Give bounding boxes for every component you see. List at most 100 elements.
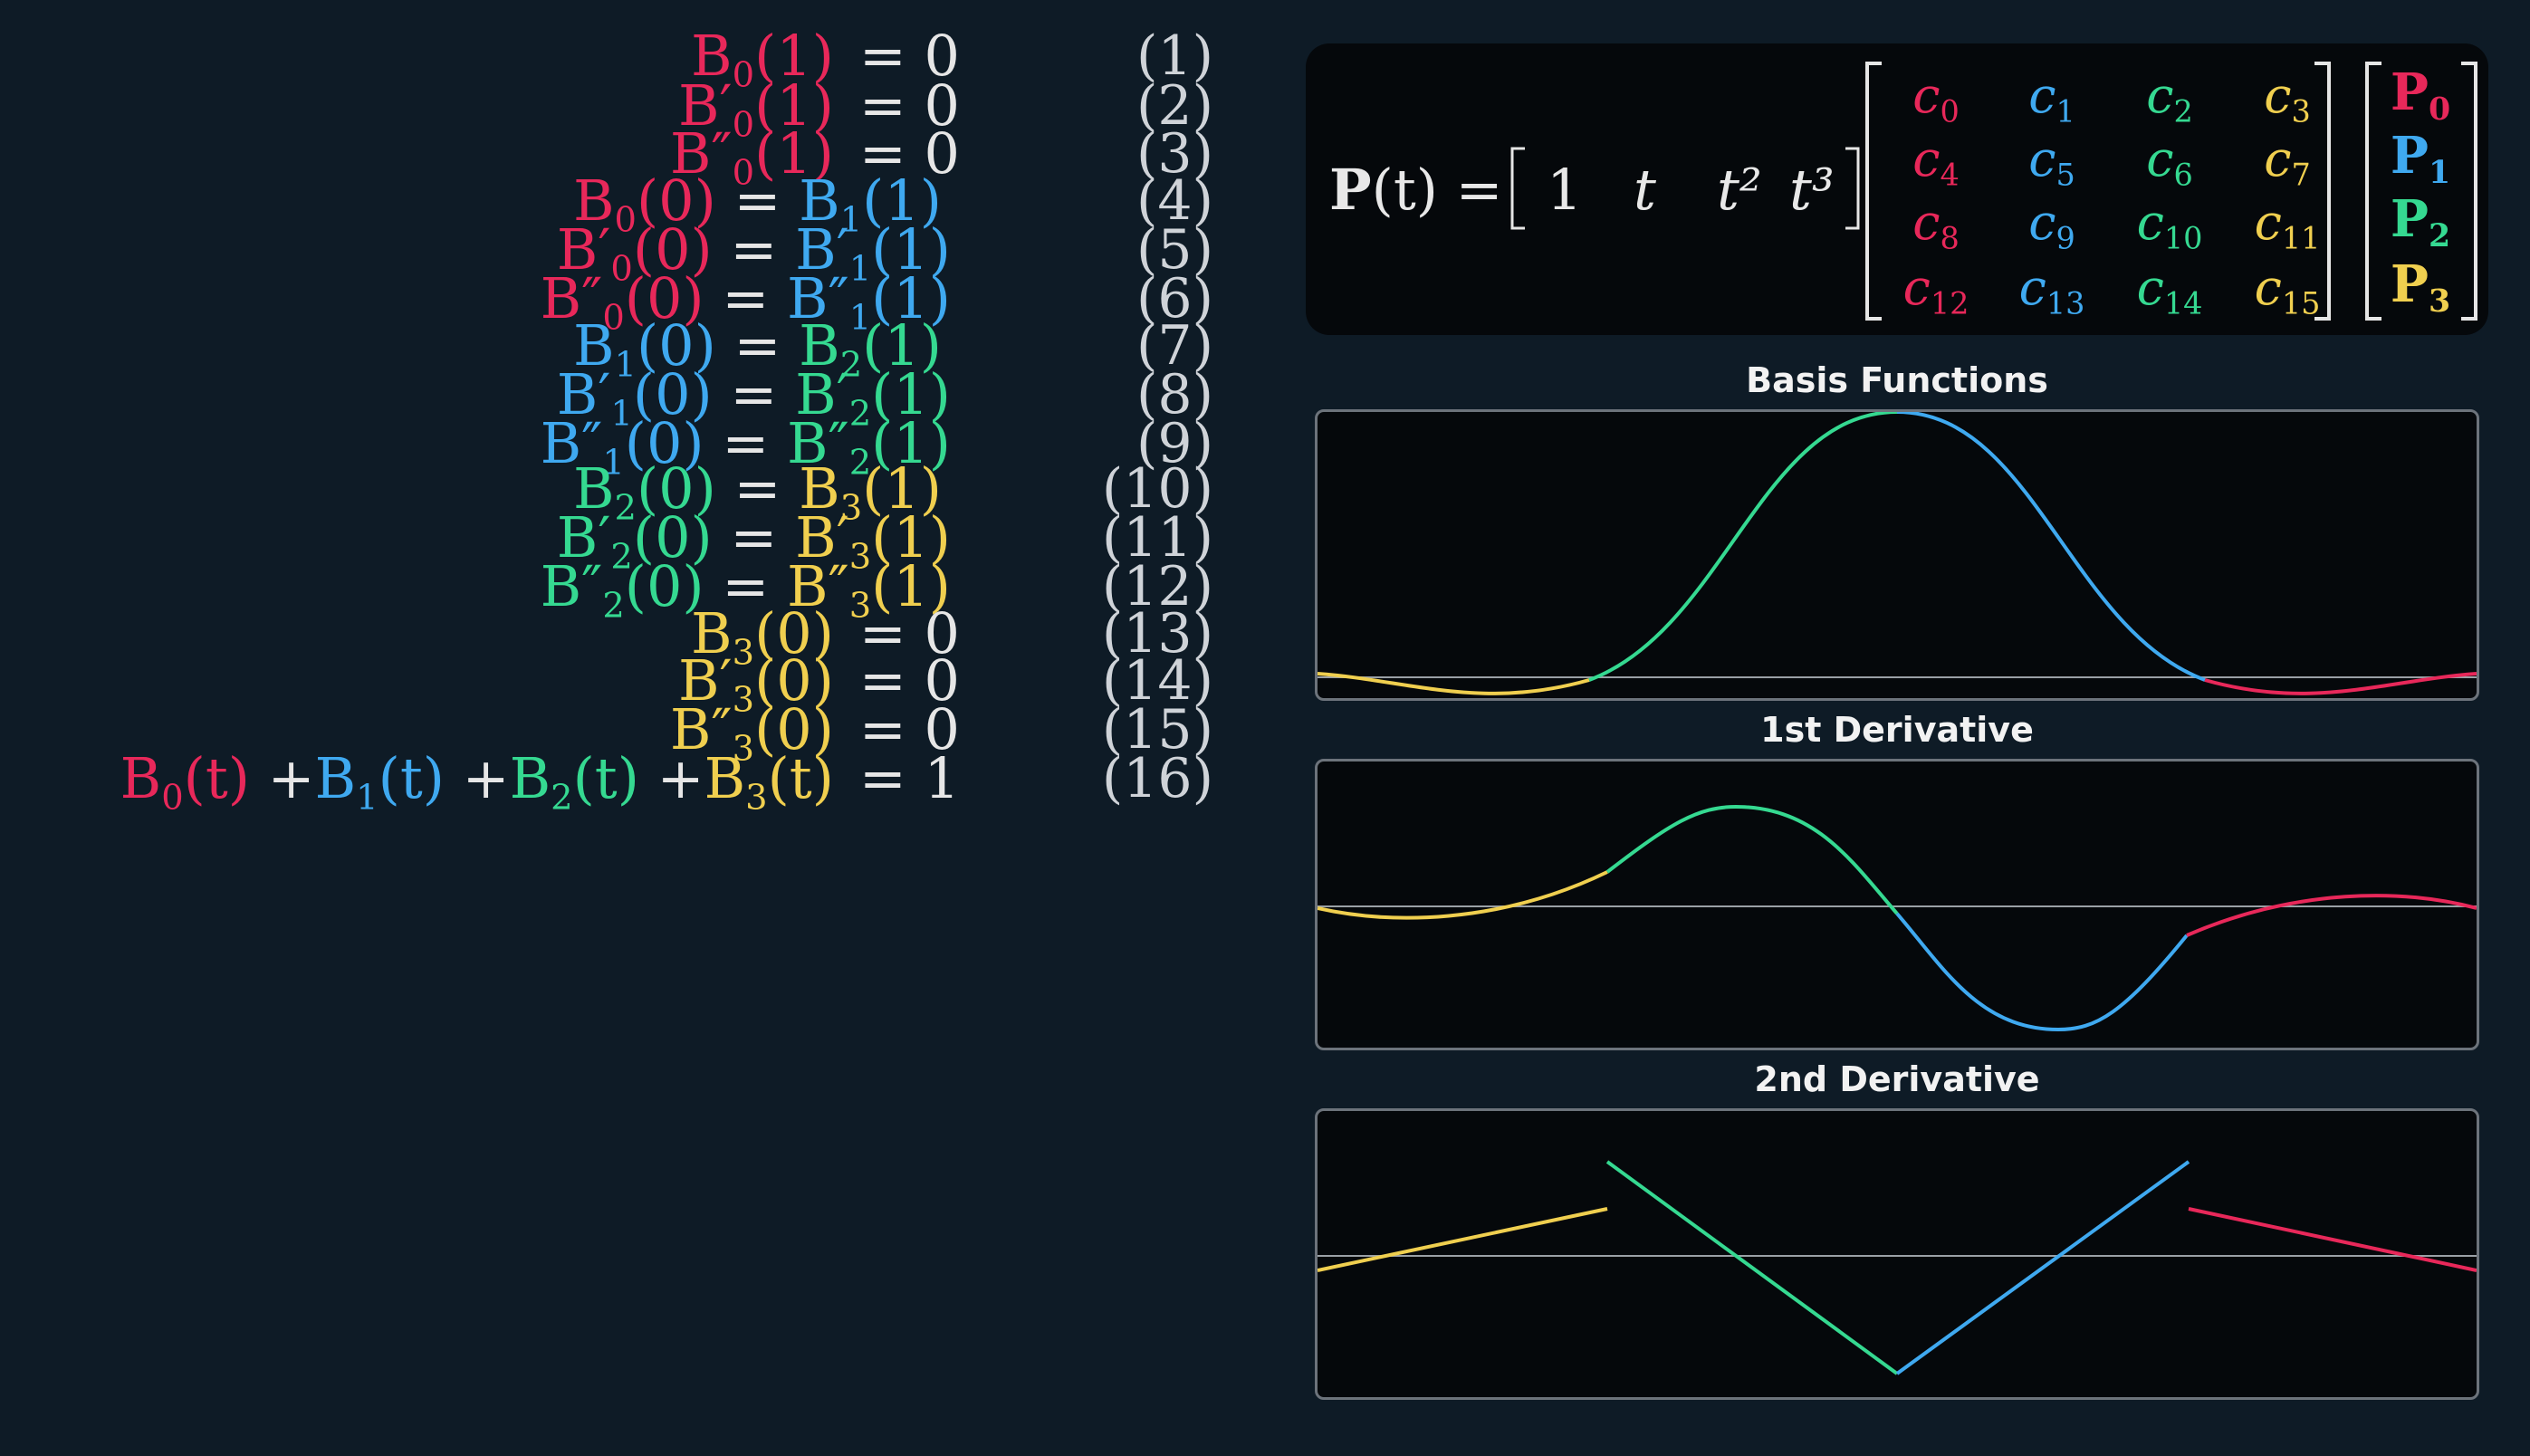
equation-term: B1(t) — [314, 745, 445, 818]
matrix-coefficient: c2 — [2115, 69, 2224, 139]
coefficient-subscript: 6 — [2173, 157, 2193, 193]
equation-row: B0(t) +B1(t) +B2(t) +B3(t) = 1 (16) — [0, 736, 1213, 821]
row-vector-bracket-right — [1845, 147, 1860, 230]
equation-term: B0(t) — [120, 745, 250, 818]
matrix-coefficient: c8 — [1882, 196, 1990, 266]
point-symbol: P — [2390, 62, 2429, 122]
term-symbol: B — [509, 745, 551, 811]
second-derivative-line-red — [2188, 1207, 2477, 1272]
plot-first-derivative-svg — [1318, 804, 2477, 1032]
coefficient-symbol: c — [2146, 67, 2174, 124]
coefficient-symbol: c — [2264, 67, 2292, 124]
control-point: P2 — [2380, 192, 2461, 263]
basis-curve-green — [1588, 412, 1898, 682]
coefficient-symbol: c — [2028, 194, 2056, 251]
matrix-lhs: P(t) = — [1329, 154, 1503, 226]
coefficient-subscript: 8 — [1940, 220, 1960, 256]
first-derivative-curve-blue — [1895, 912, 2189, 1032]
equation-term: + — [445, 745, 510, 811]
term-subscript: 1 — [356, 777, 379, 819]
coefficient-symbol: c — [2254, 259, 2282, 316]
coefficient-subscript: 5 — [2056, 157, 2075, 193]
coefficient-subscript: 14 — [2163, 285, 2203, 321]
row-vector-entry: t³ — [1789, 157, 1835, 223]
equation-term: B2(t) — [509, 745, 639, 818]
matrix-coefficient: c1 — [1998, 69, 2106, 139]
term-subscript: 0 — [161, 777, 184, 819]
coefficient-symbol: c — [1912, 67, 1941, 124]
coefficient-subscript: 10 — [2163, 220, 2203, 256]
matrix-coefficient: c13 — [1998, 261, 2106, 331]
coefficient-symbol: c — [2136, 194, 2164, 251]
control-point: P3 — [2380, 257, 2461, 329]
plot-basis-svg — [1318, 412, 2477, 695]
plot-basis-functions — [1315, 409, 2479, 701]
plot-second-derivative — [1315, 1108, 2479, 1400]
first-derivative-curve-red — [2186, 894, 2477, 937]
equation-term: + — [639, 745, 704, 811]
coefficient-symbol: c — [2136, 259, 2164, 316]
matrix-coefficient: c14 — [2115, 261, 2224, 331]
term-symbol: B — [704, 745, 746, 811]
point-symbol: P — [2390, 189, 2429, 249]
points-vector-bracket-right — [2461, 62, 2477, 321]
point-subscript: 1 — [2428, 154, 2451, 192]
coefficient-subscript: 0 — [1940, 93, 1960, 129]
term-subscript: 3 — [745, 777, 768, 819]
term-symbol: + — [249, 745, 315, 811]
coefficient-symbol: c — [2146, 130, 2174, 187]
term-symbol: + — [638, 745, 704, 811]
term-subscript: 2 — [551, 777, 573, 819]
equation-term: + — [250, 745, 315, 811]
row-vector-bracket-left — [1510, 147, 1525, 230]
term-argument: (t) — [767, 745, 834, 811]
coefficient-symbol: c — [2254, 194, 2282, 251]
coefficient-symbol: c — [2028, 67, 2056, 124]
first-derivative-curve-yellow — [1318, 870, 1608, 920]
coefficient-symbol: c — [2264, 130, 2292, 187]
coefficient-symbol: c — [1902, 259, 1931, 316]
row-vector-entry: t² — [1717, 157, 1762, 223]
coefficient-symbol: c — [1912, 194, 1941, 251]
point-subscript: 0 — [2428, 91, 2451, 129]
term-symbol: B — [314, 745, 357, 811]
equation-term: B3(t) — [704, 745, 834, 818]
plot-title-second-derivative: 2nd Derivative — [1754, 1059, 2040, 1099]
plot-title-basis: Basis Functions — [1746, 360, 2048, 400]
equation-rhs: = 1 — [858, 745, 960, 811]
point-subscript: 3 — [2428, 283, 2451, 321]
first-derivative-curve-green — [1605, 804, 1899, 915]
coef-matrix-bracket-right — [2314, 62, 2331, 321]
second-derivative-line-green — [1605, 1160, 1899, 1375]
coefficient-subscript: 13 — [2046, 285, 2085, 321]
coefficient-subscript: 4 — [1940, 157, 1960, 193]
matrix-coefficient: c6 — [2115, 132, 2224, 203]
point-subscript: 2 — [2428, 217, 2451, 255]
term-argument: (t) — [378, 745, 445, 811]
point-symbol: P — [2390, 254, 2429, 314]
coefficient-subscript: 12 — [1930, 285, 1969, 321]
second-derivative-line-yellow — [1318, 1207, 1608, 1272]
term-symbol: + — [444, 745, 510, 811]
coefficient-symbol: c — [2028, 130, 2056, 187]
equation-lhs: B0(t) +B1(t) +B2(t) +B3(t) = 1 — [120, 736, 960, 840]
matrix-lhs-bold: P — [1329, 157, 1372, 223]
matrix-coefficient: c5 — [1998, 132, 2106, 203]
coefficient-subscript: 2 — [2173, 93, 2193, 129]
point-symbol: P — [2390, 126, 2429, 186]
coefficient-symbol: c — [1912, 130, 1941, 187]
plot-title-first-derivative: 1st Derivative — [1760, 710, 2034, 750]
coefficient-subscript: 7 — [2291, 157, 2311, 193]
coefficient-subscript: 3 — [2291, 93, 2311, 129]
matrix-coefficient: c9 — [1998, 196, 2106, 266]
term-symbol: B — [120, 745, 162, 811]
term-argument: (t) — [183, 745, 250, 811]
plot-second-derivative-svg — [1318, 1160, 2477, 1375]
matrix-coefficient: c4 — [1882, 132, 1990, 203]
plot-first-derivative — [1315, 759, 2479, 1050]
matrix-lhs-rest: (t) = — [1371, 157, 1503, 223]
row-vector-entry: t — [1634, 157, 1656, 223]
matrix-equation-panel: P(t) = 1 t t² t³ c0 c1 c2 c3 c4 c5 c6 c7 c8 c9 c10 c11… — [1306, 43, 2488, 335]
second-derivative-line-blue — [1895, 1160, 2190, 1375]
row-vector-entry: 1 — [1547, 157, 1583, 223]
